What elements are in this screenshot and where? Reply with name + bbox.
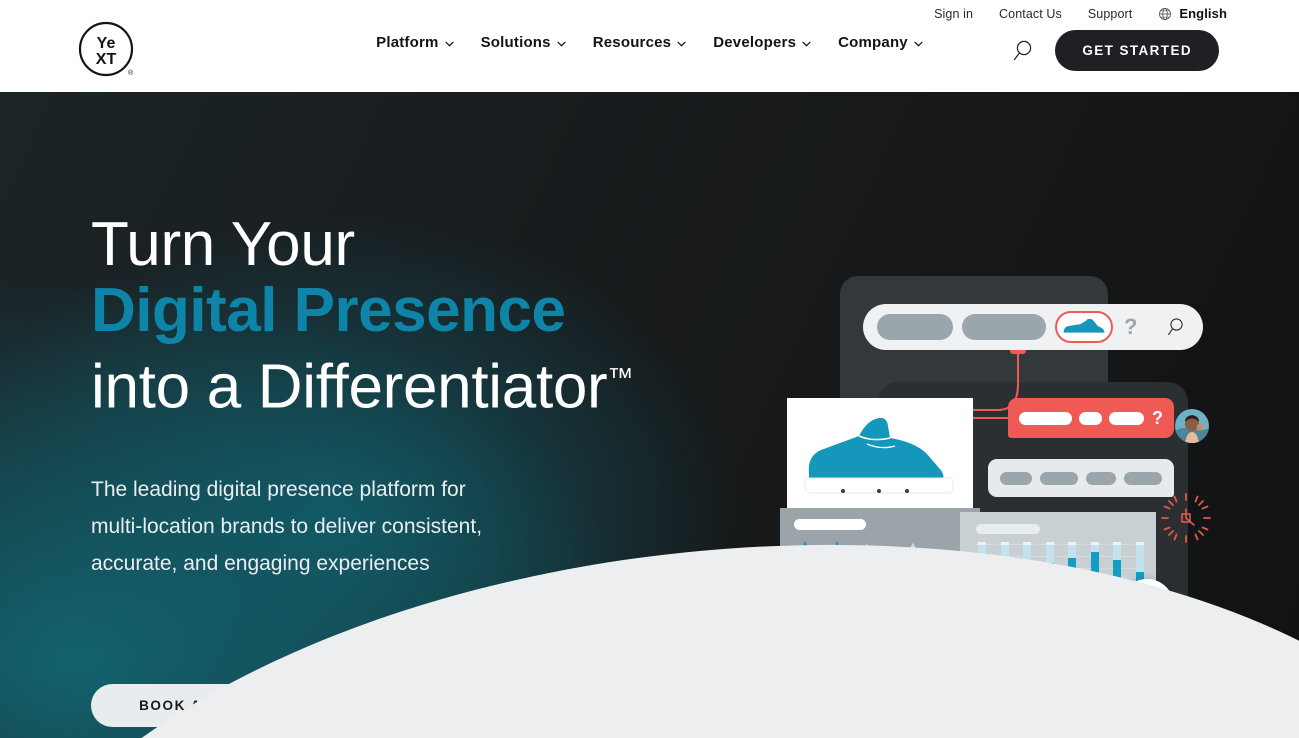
hero-section: Turn Your Digital Presence into a Differ… [0,92,1299,738]
search-token-1 [877,314,953,340]
bubble-token-3 [1109,411,1144,425]
chat-bubble-question: ? [1008,398,1174,438]
svg-text:®: ® [128,69,134,77]
nav-item-developers[interactable]: Developers [713,34,811,51]
sign-in-link[interactable]: Sign in [934,7,973,21]
support-link[interactable]: Support [1088,7,1132,21]
nav-item-resources[interactable]: Resources [593,34,687,51]
chevron-down-icon [802,39,811,47]
nav-label: Company [838,34,908,51]
nav-label: Platform [376,34,439,51]
search-token-2 [962,314,1046,340]
bubble-token-1 [1019,411,1072,425]
question-mark-glyph: ? [1124,314,1138,339]
chat-bubble-answer [988,459,1174,497]
headline-line-3: into a Differentiator™ [91,344,791,421]
get-started-button[interactable]: GET STARTED [1055,30,1219,71]
question-mark-glyph: ? [1152,408,1163,428]
chevron-down-icon [914,39,923,47]
sneaker-thumbnail [1055,311,1113,343]
search-icon[interactable] [1167,316,1189,338]
bubble-token-3 [1085,471,1117,485]
nav-label: Developers [713,34,797,51]
globe-icon [1158,7,1172,21]
headline-line-1: Turn Your [91,210,355,279]
headline-line-3-text: into a Differentiator [91,352,608,422]
yext-logo[interactable]: Ye XT ® [78,21,136,79]
language-label: English [1179,6,1227,21]
contact-us-link[interactable]: Contact Us [999,7,1062,21]
bubble-token-4 [1124,471,1163,485]
headline-accent: Digital Presence [91,276,566,345]
bubble-token-2 [1078,411,1103,425]
language-selector[interactable]: English [1158,6,1227,21]
nav-item-solutions[interactable]: Solutions [481,34,566,51]
page-title: Turn Your Digital Presence into a Differ… [91,212,791,421]
subhead-line-2: multi-location brands to deliver consist… [91,514,483,538]
product-image-card [787,398,973,508]
product-title-placeholder [794,519,866,530]
bubble-token-2 [1040,471,1078,485]
nav-item-platform[interactable]: Platform [376,34,454,51]
hero-copy: Turn Your Digital Presence into a Differ… [91,212,791,727]
bubble-token-1 [1000,471,1033,485]
chevron-down-icon [445,39,454,47]
chevron-down-icon [677,39,686,47]
utility-nav: Sign in Contact Us Support English [934,6,1227,21]
user-avatar [1175,409,1209,443]
nav-label: Solutions [480,34,551,51]
trademark-symbol: ™ [607,362,634,392]
subhead-line-1: The leading digital presence platform fo… [91,477,466,501]
clock-icon [1158,490,1214,546]
svg-text:XT: XT [96,51,117,68]
chevron-down-icon [557,39,566,47]
chart-title-placeholder [976,524,1040,534]
svg-text:Ye: Ye [97,35,116,52]
site-header: Sign in Contact Us Support English Ye XT… [0,0,1299,92]
nav-label: Resources [592,34,672,51]
header-search-icon[interactable] [1013,38,1039,64]
nav-item-company[interactable]: Company [838,34,923,51]
search-bar-mock[interactable]: ? [863,304,1203,350]
